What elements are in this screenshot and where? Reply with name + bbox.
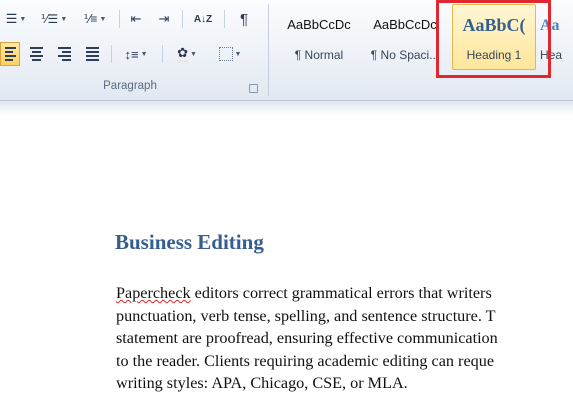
numbering-icon: ⅟☰ [40, 12, 59, 26]
body-line: Papercheck editors correct grammatical e… [116, 282, 573, 305]
shading-button[interactable]: ✿ ▼ [168, 42, 206, 66]
chevron-down-icon: ▼ [60, 15, 68, 23]
paint-bucket-icon: ✿ [177, 45, 188, 63]
align-left-button[interactable] [0, 42, 20, 66]
group-divider [268, 4, 269, 96]
toolbar-separator [162, 45, 163, 63]
chevron-down-icon: ▼ [234, 50, 242, 58]
toolbar-separator [111, 45, 112, 63]
toolbar-separator [119, 10, 120, 28]
style-name: ¶ Normal [294, 48, 344, 62]
chevron-down-icon: ▼ [140, 50, 148, 58]
increase-indent-button[interactable]: ⇥ [152, 8, 176, 30]
borders-button[interactable]: ▼ [212, 42, 248, 66]
numbering-button[interactable]: ⅟☰ ▼ [36, 8, 72, 30]
body-line: statement are proofread, ensuring effect… [116, 329, 498, 347]
multilevel-list-icon: ⅟≡ [83, 12, 98, 26]
ribbon: ☰ ▼ ⅟☰ ▼ ⅟≡ ▼ ⇤ ⇥ A↓Z ¶ ↕≡ ▼ ✿ ▼ ▼ Paragraph [0, 0, 573, 101]
center-button[interactable] [24, 42, 48, 66]
document-top-edge [0, 101, 573, 115]
body-line: punctuation, verb tense, spelling, and s… [116, 306, 496, 325]
bullets-button[interactable]: ☰ ▼ [2, 8, 30, 30]
line-spacing-button[interactable]: ↕≡ ▼ [118, 42, 154, 66]
chevron-down-icon: ▼ [99, 15, 107, 23]
align-left-icon [4, 47, 16, 61]
toolbar-separator [224, 10, 225, 28]
dialog-launcher-icon[interactable] [249, 84, 258, 93]
body-line: writing styles: APA, Chicago, CSE, or ML… [116, 374, 408, 392]
show-hide-button[interactable]: ¶ [232, 8, 256, 30]
sort-icon: A↓Z [193, 13, 213, 25]
decrease-indent-button[interactable]: ⇤ [124, 8, 148, 30]
justify-icon [85, 47, 99, 61]
document-heading[interactable]: Business Editing [115, 230, 264, 255]
style-preview: AaBbCcDc [373, 17, 437, 32]
style-name: ¶ No Spaci... [370, 48, 440, 62]
multilevel-list-button[interactable]: ⅟≡ ▼ [76, 8, 114, 30]
toolbar-separator [182, 10, 183, 28]
body-line: to the reader. Clients requiring academi… [116, 351, 495, 370]
align-center-icon [29, 47, 43, 61]
chevron-down-icon: ▼ [189, 50, 197, 58]
style-normal[interactable]: AaBbCcDc ¶ Normal [278, 4, 360, 70]
decrease-indent-icon: ⇤ [130, 11, 142, 26]
body-line-text: editors correct grammatical errors that … [190, 284, 492, 302]
document-body[interactable]: Papercheck editors correct grammatical e… [116, 282, 573, 395]
misspelled-word[interactable]: Papercheck [116, 284, 191, 302]
justify-button[interactable] [80, 42, 104, 66]
style-no-spacing[interactable]: AaBbCcDc ¶ No Spaci... [364, 4, 446, 70]
increase-indent-icon: ⇥ [158, 11, 170, 26]
chevron-down-icon: ▼ [19, 15, 27, 23]
line-spacing-icon: ↕≡ [124, 46, 139, 62]
bullets-icon: ☰ [5, 11, 18, 26]
align-right-button[interactable] [52, 42, 76, 66]
sort-button[interactable]: A↓Z [188, 8, 218, 30]
paragraph-group-label: Paragraph [103, 80, 157, 92]
borders-icon [218, 47, 233, 61]
style-preview: AaBbCcDc [287, 17, 351, 32]
highlight-box [436, 0, 551, 78]
align-right-icon [57, 47, 71, 61]
pilcrow-icon: ¶ [239, 10, 249, 28]
